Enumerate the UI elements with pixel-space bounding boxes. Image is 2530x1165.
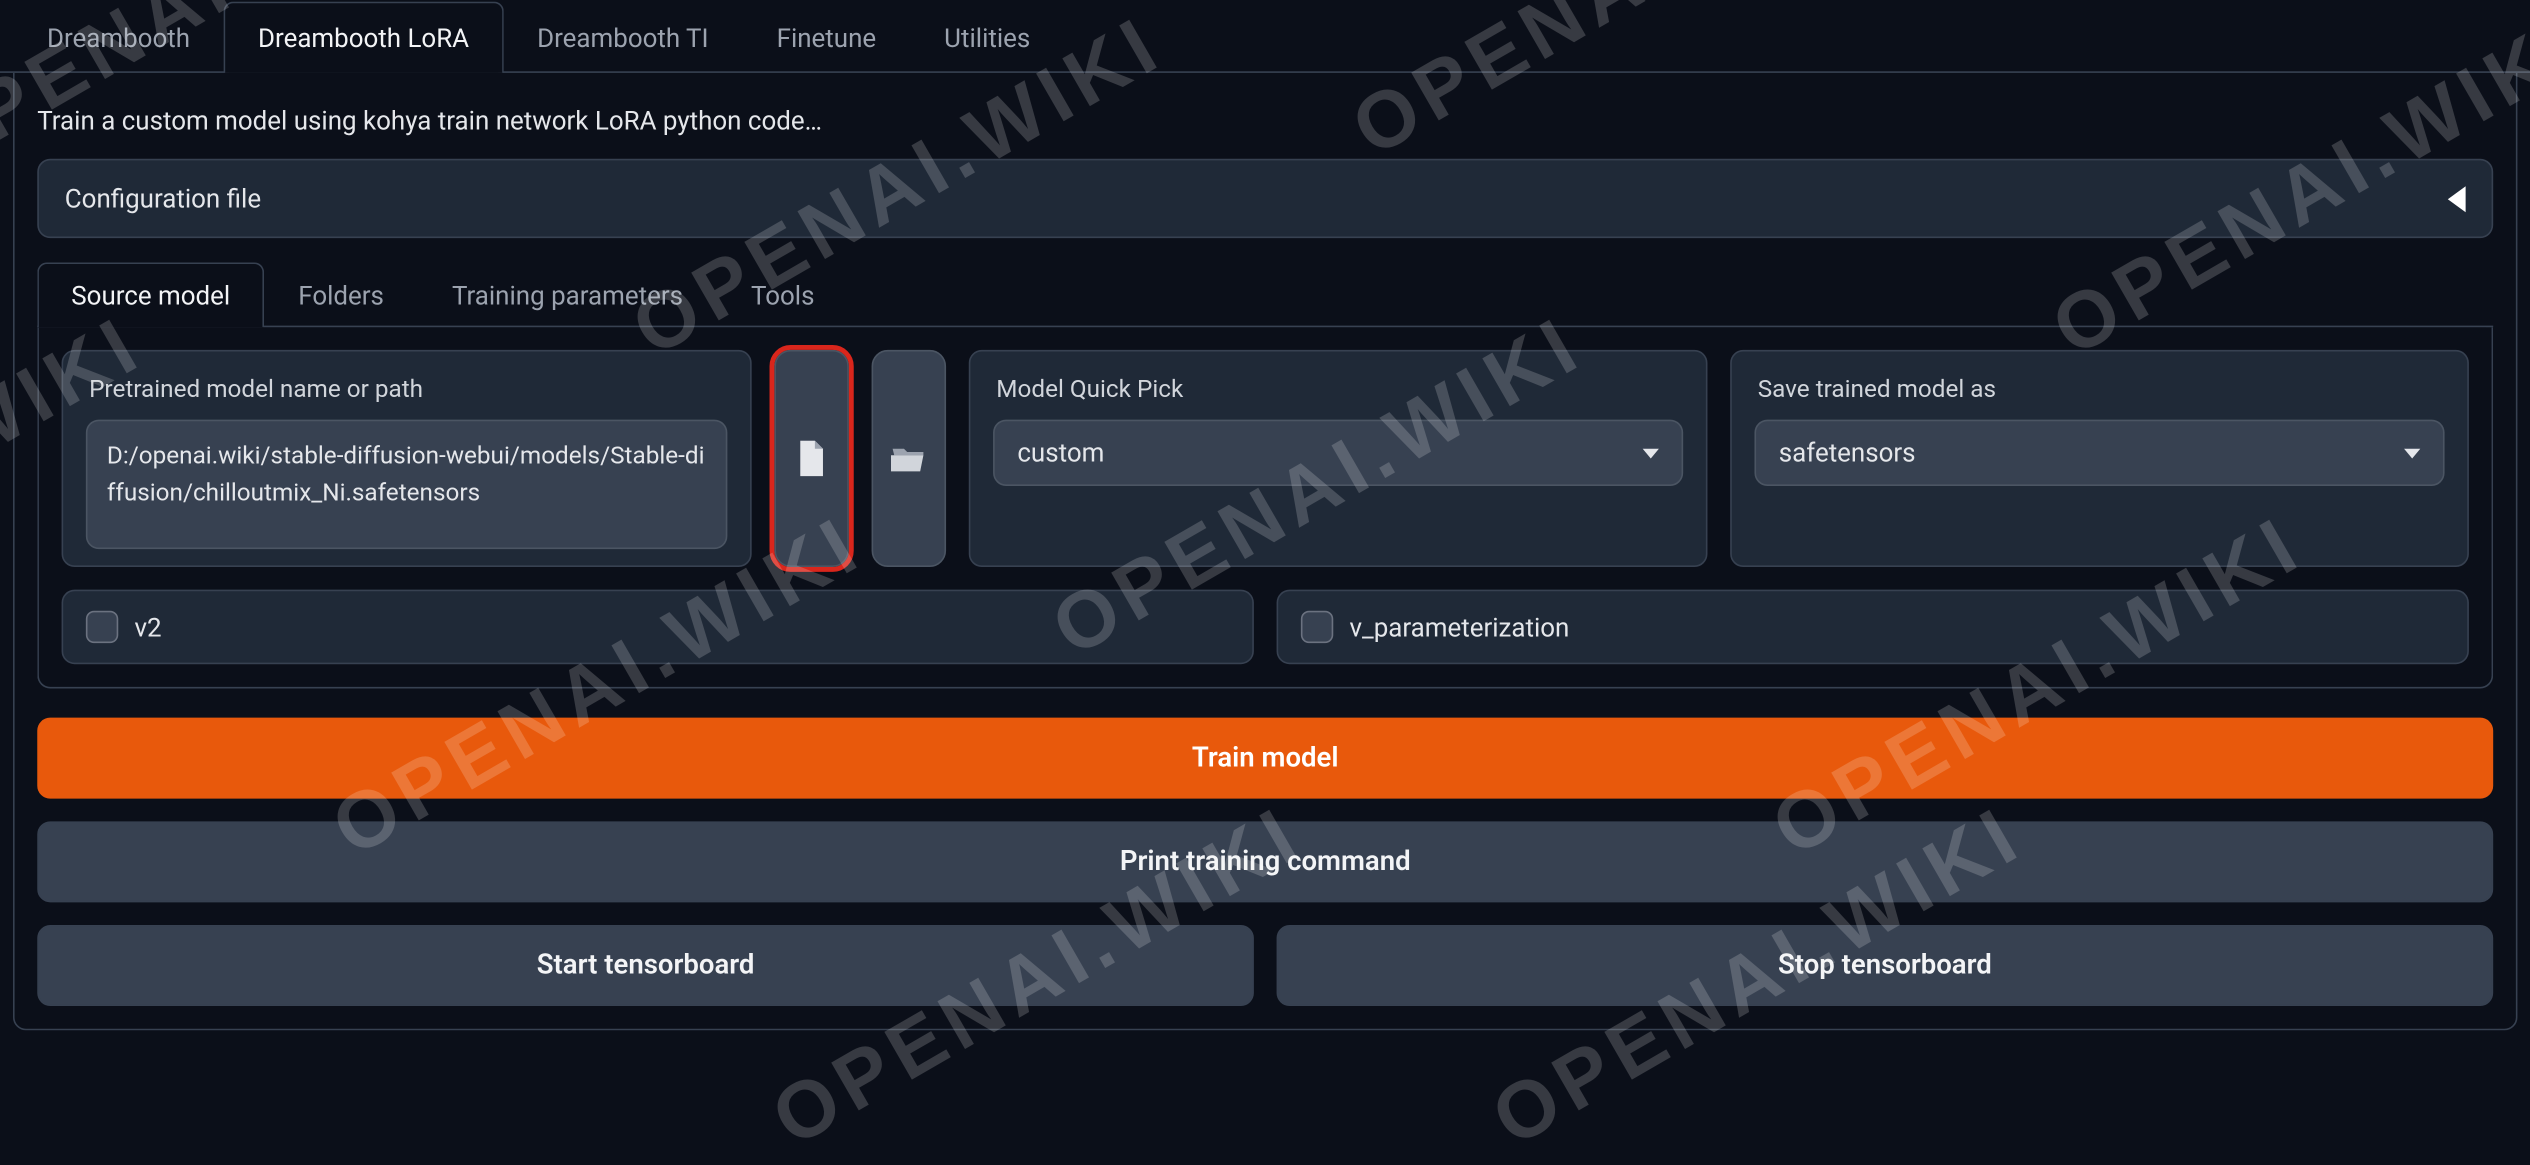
configuration-file-label: Configuration file [65, 183, 261, 214]
v2-checkbox-row[interactable]: v2 [62, 590, 1254, 665]
tab-training-parameters[interactable]: Training parameters [418, 262, 717, 327]
tab-source-model[interactable]: Source model [37, 262, 264, 327]
print-training-command-button[interactable]: Print training command [37, 821, 2493, 902]
pretrained-model-input[interactable]: D:/openai.wiki/stable-diffusion-webui/mo… [86, 420, 728, 550]
model-quick-pick-card: Model Quick Pick custom [969, 350, 1708, 567]
chevron-down-icon [1643, 448, 1659, 458]
model-quick-pick-label: Model Quick Pick [993, 368, 1683, 407]
save-trained-model-value: safetensors [1779, 437, 1916, 468]
tab-dreambooth[interactable]: Dreambooth [13, 2, 224, 73]
v2-checkbox[interactable] [86, 611, 118, 643]
model-quick-pick-select[interactable]: custom [993, 420, 1683, 486]
save-trained-model-card: Save trained model as safetensors [1730, 350, 2469, 567]
tab-folders[interactable]: Folders [264, 262, 418, 327]
v2-label: v2 [134, 612, 161, 643]
v-parameterization-checkbox-row[interactable]: v_parameterization [1277, 590, 2469, 665]
file-picker-button[interactable] [774, 350, 849, 567]
tab-finetune[interactable]: Finetune [743, 2, 911, 73]
v-parameterization-label: v_parameterization [1349, 612, 1569, 643]
save-trained-model-select[interactable]: safetensors [1754, 420, 2444, 486]
main-panel: Train a custom model using kohya train n… [13, 73, 2518, 1030]
collapse-left-icon [2448, 185, 2466, 211]
tab-utilities[interactable]: Utilities [910, 2, 1064, 73]
folder-open-icon [891, 444, 927, 473]
source-model-panel: Pretrained model name or path D:/openai.… [37, 327, 2493, 688]
start-tensorboard-button[interactable]: Start tensorboard [37, 925, 1254, 1006]
panel-description: Train a custom model using kohya train n… [37, 96, 2493, 159]
folder-picker-button[interactable] [872, 350, 947, 567]
configuration-file-accordion[interactable]: Configuration file [37, 159, 2493, 238]
v-parameterization-checkbox[interactable] [1301, 611, 1333, 643]
tab-dreambooth-lora[interactable]: Dreambooth LoRA [224, 2, 503, 73]
document-icon [797, 441, 826, 477]
tab-tools[interactable]: Tools [717, 262, 848, 327]
model-quick-pick-value: custom [1017, 437, 1104, 468]
top-tabs: Dreambooth Dreambooth LoRA Dreambooth TI… [0, 0, 2530, 73]
pretrained-model-label: Pretrained model name or path [86, 368, 728, 407]
train-model-button[interactable]: Train model [37, 718, 2493, 799]
tab-dreambooth-ti[interactable]: Dreambooth TI [503, 2, 742, 73]
chevron-down-icon [2404, 448, 2420, 458]
pretrained-model-card: Pretrained model name or path D:/openai.… [62, 350, 752, 567]
save-trained-model-label: Save trained model as [1754, 368, 2444, 407]
stop-tensorboard-button[interactable]: Stop tensorboard [1277, 925, 2494, 1006]
inner-tabs: Source model Folders Training parameters… [37, 261, 2493, 327]
